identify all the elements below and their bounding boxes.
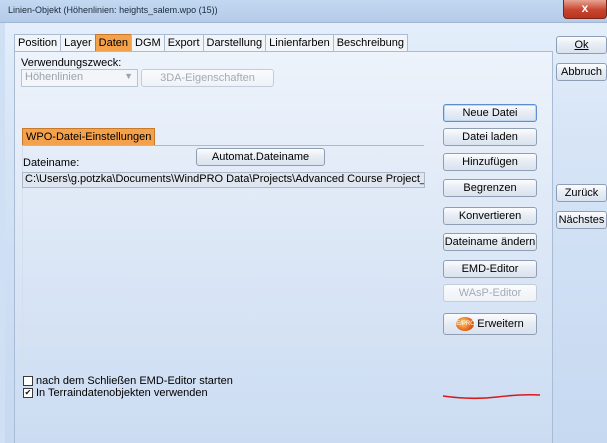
tab-dgm[interactable]: DGM	[131, 34, 165, 51]
windpro-logo-icon: E/PRO	[456, 317, 475, 332]
load-file-button[interactable]: Datei laden	[443, 128, 537, 146]
filename-label: Dateiname:	[23, 157, 80, 169]
erweitern-label: Erweitern	[477, 318, 524, 330]
title-bar: Linien-Objekt (Höhenlinien: heights_sale…	[0, 0, 607, 23]
tab-layer[interactable]: Layer	[60, 34, 96, 51]
new-file-button[interactable]: Neue Datei	[443, 104, 537, 122]
convert-button[interactable]: Konvertieren	[443, 207, 537, 225]
back-button[interactable]: Zurück	[556, 184, 607, 202]
daten-panel: Verwendungszweck: Höhenlinien ▼ 3DA-Eige…	[14, 51, 553, 443]
add-button[interactable]: Hinzufügen	[443, 153, 537, 171]
dialog-client: Position Layer Daten DGM Export Darstell…	[5, 23, 607, 443]
tab-daten[interactable]: Daten	[94, 34, 133, 51]
ok-button[interactable]: Ok	[556, 36, 607, 54]
auto-filename-button[interactable]: Automat.Dateiname	[196, 148, 325, 166]
next-button[interactable]: Nächstes	[556, 211, 607, 229]
start-emd-checkbox[interactable]: nach dem Schließen EMD-Editor starten	[23, 375, 233, 387]
filename-value: C:\Users\g.potzka\Documents\WindPRO Data…	[25, 173, 425, 185]
usage-select[interactable]: Höhenlinien ▼	[21, 69, 138, 87]
tab-bar: Position Layer Daten DGM Export Darstell…	[14, 34, 408, 51]
use-terrain-label: In Terraindatenobjekten verwenden	[36, 387, 208, 399]
subtab-wpo-settings[interactable]: WPO-Datei-Einstellungen	[22, 128, 156, 146]
erweitern-button[interactable]: E/PRO Erweitern	[443, 313, 537, 335]
3da-properties-button[interactable]: 3DA-Eigenschaften	[141, 69, 274, 87]
filename-field[interactable]: C:\Users\g.potzka\Documents\WindPRO Data…	[22, 172, 425, 188]
window-title: Linien-Objekt (Höhenlinien: heights_sale…	[8, 5, 218, 15]
chevron-down-icon: ▼	[124, 71, 133, 81]
rename-file-button[interactable]: Dateiname ändern	[443, 233, 537, 251]
tab-position[interactable]: Position	[14, 34, 62, 51]
wasp-editor-button[interactable]: WAsP-Editor	[443, 284, 537, 302]
red-underline-annotation	[442, 393, 541, 400]
usage-label: Verwendungszweck:	[21, 57, 122, 69]
start-emd-label: nach dem Schließen EMD-Editor starten	[36, 375, 233, 387]
use-terrain-checkbox[interactable]: ✔ In Terraindatenobjekten verwenden	[23, 387, 208, 399]
tab-linienfarben[interactable]: Linienfarben	[265, 34, 334, 51]
tab-export[interactable]: Export	[163, 34, 204, 51]
tab-beschreibung[interactable]: Beschreibung	[332, 34, 408, 51]
usage-value: Höhenlinien	[25, 71, 84, 83]
tab-darstellung[interactable]: Darstellung	[202, 34, 267, 51]
limit-button[interactable]: Begrenzen	[443, 179, 537, 197]
emd-editor-button[interactable]: EMD-Editor	[443, 260, 537, 278]
cancel-button[interactable]: Abbruch	[556, 63, 607, 81]
checkbox-unchecked-icon	[23, 376, 33, 386]
close-button[interactable]: x	[563, 0, 607, 19]
checkbox-checked-icon: ✔	[23, 388, 33, 398]
close-icon: x	[581, 1, 589, 15]
